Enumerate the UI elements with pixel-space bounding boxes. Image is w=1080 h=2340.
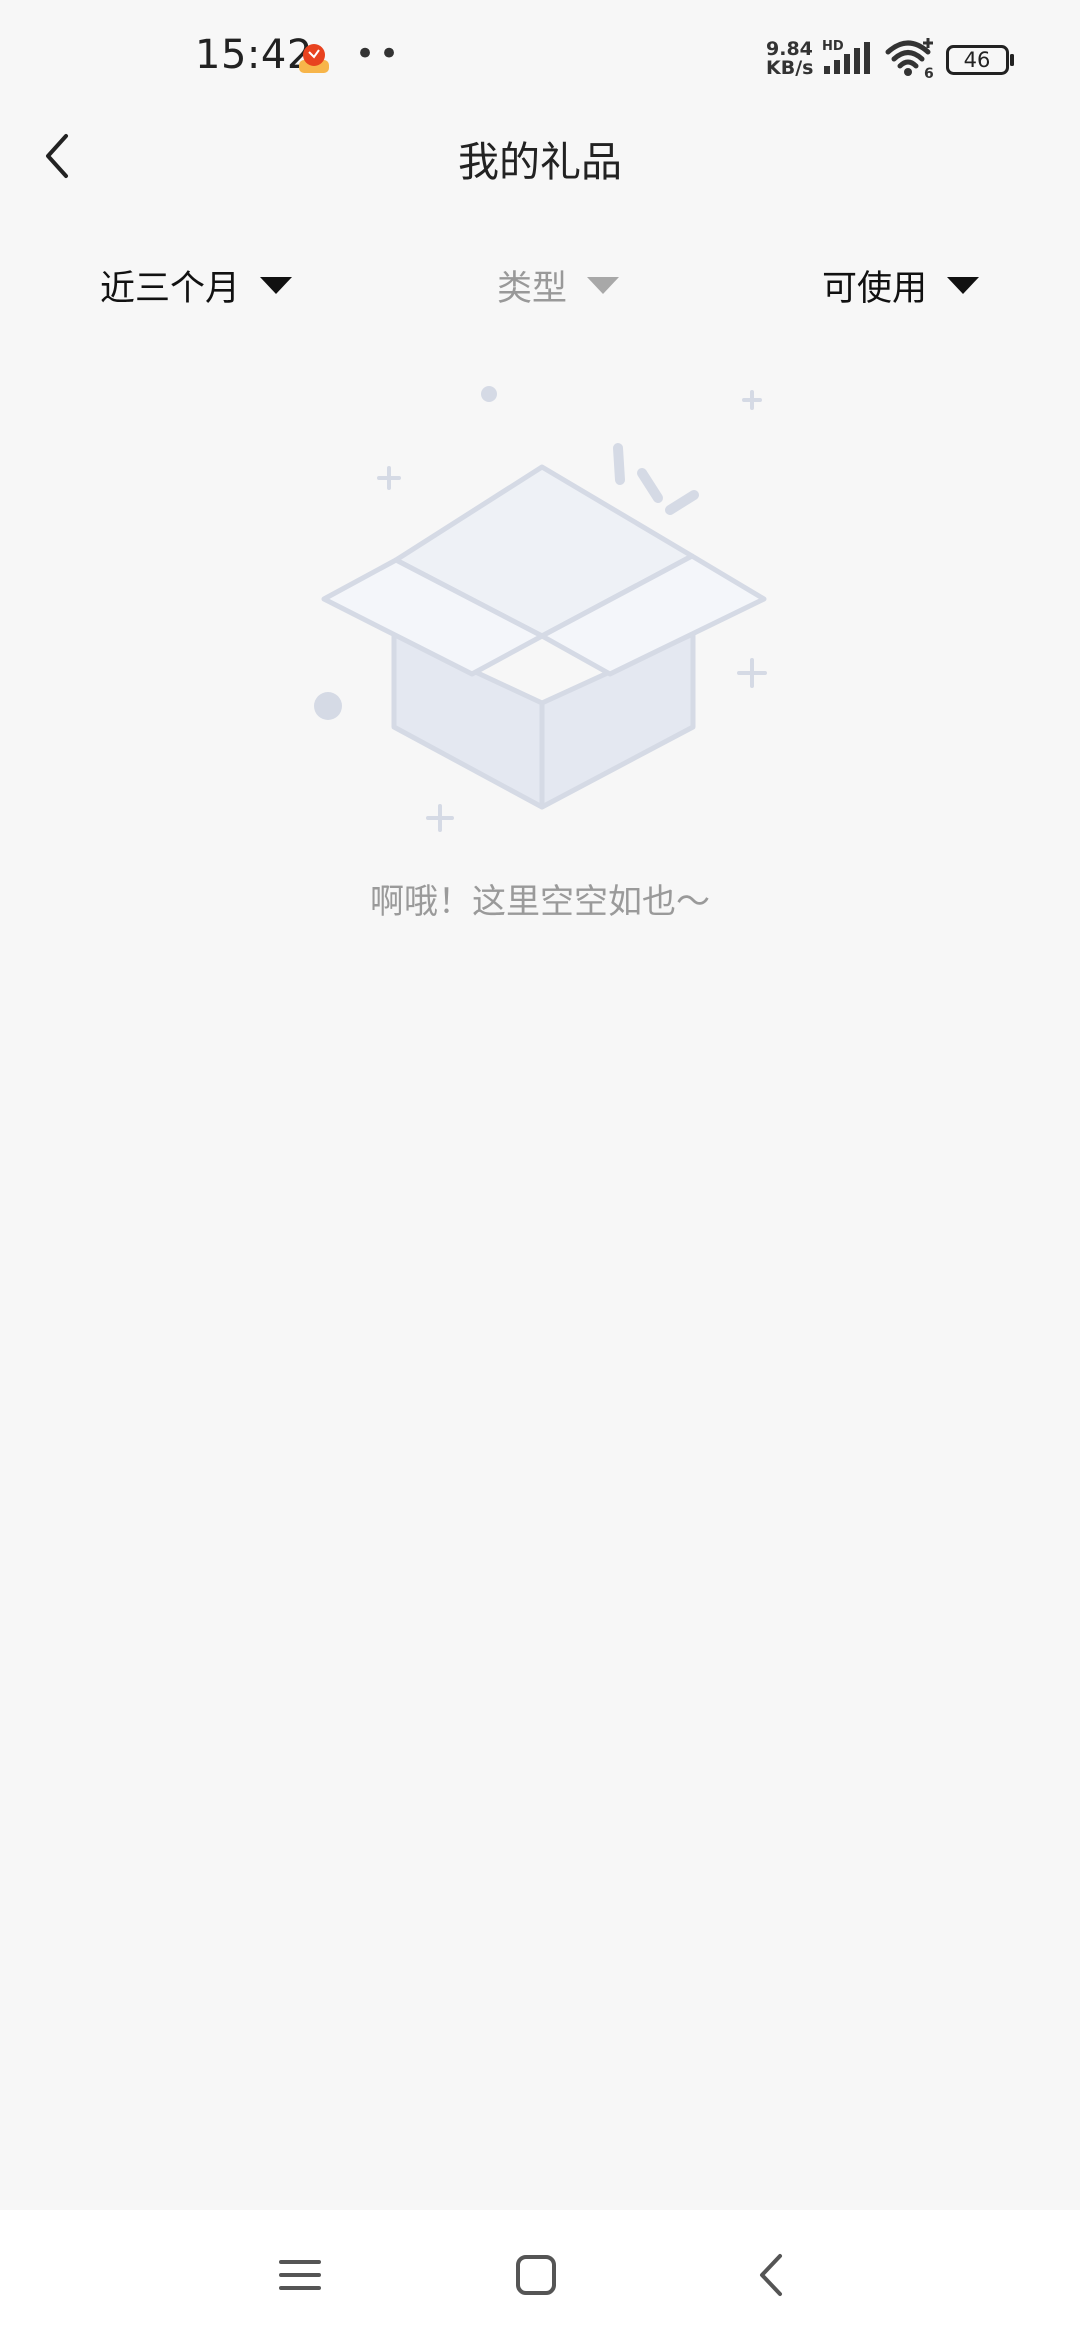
home-icon[interactable]: [501, 2240, 571, 2310]
filter-status-label: 可使用: [822, 268, 928, 309]
menu-icon[interactable]: [265, 2240, 335, 2310]
header: 我的礼品: [0, 110, 1080, 200]
app-notification-icon: [299, 44, 329, 73]
filter-status-dropdown[interactable]: 可使用: [822, 250, 980, 320]
filter-period-label: 近三个月: [100, 268, 241, 309]
filter-bar: 近三个月 类型 可使用: [0, 250, 1080, 320]
page-title: 我的礼品: [458, 138, 622, 186]
status-more-dots: ••: [355, 34, 404, 74]
network-speed-unit: KB/s: [766, 57, 814, 79]
system-nav-bar: [0, 2210, 1080, 2340]
screen: 15:42 •• 9.84 KB/s HD 6 46 我的礼品 近三个月 类型 …: [0, 0, 1080, 2340]
wifi-6-label: 6: [924, 66, 934, 80]
caret-down-icon: [260, 276, 293, 294]
back-icon[interactable]: [738, 2240, 808, 2310]
caret-down-icon: [947, 276, 980, 294]
caret-down-icon: [587, 276, 620, 294]
signal-hd-label: HD: [822, 39, 844, 54]
status-bar: 15:42 •• 9.84 KB/s HD 6 46: [0, 0, 1080, 120]
filter-type-dropdown[interactable]: 类型: [497, 250, 620, 320]
filter-period-dropdown[interactable]: 近三个月: [100, 250, 293, 320]
filter-type-label: 类型: [497, 268, 568, 309]
battery-level: 46: [963, 48, 991, 72]
wifi-icon: 6: [885, 38, 934, 80]
empty-box-icon: [314, 386, 767, 832]
network-speed: 9.84 KB/s: [766, 40, 820, 78]
signal-icon: HD: [822, 39, 870, 74]
empty-state-message: 啊哦！这里空空如也～: [370, 882, 710, 922]
